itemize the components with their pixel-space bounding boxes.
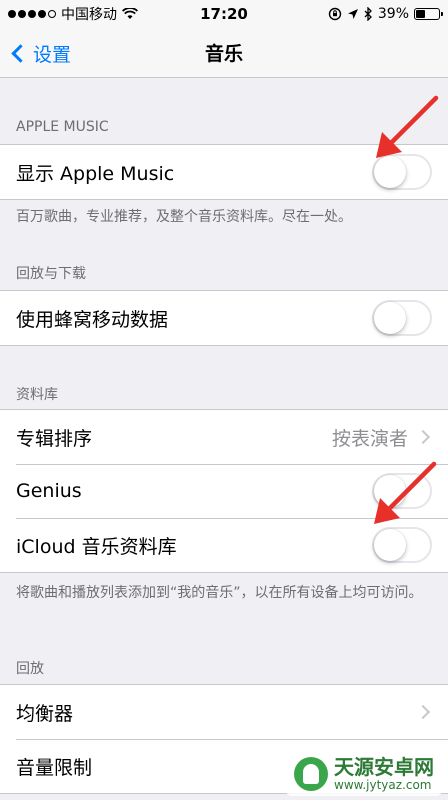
section-header-playback-download: 回放与下载	[16, 266, 86, 282]
nav-bar: 设置 音乐	[0, 28, 448, 78]
toggle-knob	[374, 475, 406, 507]
toggle-knob	[374, 529, 406, 561]
icloud-music-library-toggle[interactable]	[372, 527, 432, 563]
section-footer-apple-music: 百万歌曲，专业推荐，及整个音乐资料库。尽在一处。	[16, 209, 352, 225]
row-equalizer[interactable]: 均衡器	[0, 685, 448, 739]
row-label: Genius	[16, 480, 82, 502]
chevron-left-icon	[11, 43, 30, 63]
row-sort-albums[interactable]: 专辑排序 按表演者	[0, 410, 448, 464]
section-header-apple-music: APPLE MUSIC	[16, 119, 109, 135]
row-label: 显示 Apple Music	[16, 162, 175, 185]
watermark: 天源安卓网 www.jytyaz.com	[286, 752, 442, 796]
page-title: 音乐	[204, 43, 243, 65]
row-genius: Genius	[0, 464, 448, 518]
back-button-label: 设置	[33, 43, 72, 66]
chevron-right-icon	[415, 429, 431, 445]
row-label: iCloud 音乐资料库	[16, 535, 177, 558]
android-logo-icon	[294, 757, 328, 791]
back-button[interactable]: 设置	[8, 28, 71, 78]
status-right: 39%	[328, 6, 443, 22]
watermark-url: www.jytyaz.com	[334, 778, 432, 792]
group-playback-download: 使用蜂窝移动数据	[0, 290, 448, 346]
show-apple-music-toggle[interactable]	[372, 154, 432, 190]
status-time: 17:20	[200, 5, 248, 23]
sort-albums-value: 按表演者	[331, 427, 408, 450]
row-label: 均衡器	[16, 702, 74, 725]
carrier-label: 中国移动	[61, 7, 117, 23]
toggle-knob	[374, 302, 406, 334]
toggle-knob	[374, 156, 406, 188]
row-show-apple-music: 显示 Apple Music	[0, 145, 448, 199]
battery-percent: 39%	[377, 6, 409, 22]
cellular-data-toggle[interactable]	[372, 300, 432, 336]
battery-icon	[414, 8, 443, 20]
rotation-lock-icon	[328, 7, 342, 21]
status-bar: 中国移动 17:20 39%	[0, 0, 448, 28]
watermark-title: 天源安卓网	[334, 755, 434, 779]
row-label: 使用蜂窝移动数据	[16, 308, 169, 331]
row-icloud-music-library: iCloud 音乐资料库	[0, 518, 448, 572]
row-label: 专辑排序	[16, 427, 93, 450]
section-header-library: 资料库	[16, 387, 58, 403]
section-header-playback: 回放	[16, 661, 44, 677]
bluetooth-icon	[364, 7, 372, 21]
location-icon	[347, 9, 358, 19]
group-apple-music: 显示 Apple Music	[0, 144, 448, 200]
wifi-icon	[122, 8, 138, 19]
row-cellular-data: 使用蜂窝移动数据	[0, 291, 448, 345]
status-left: 中国移动	[8, 4, 138, 24]
signal-dots-icon	[8, 10, 56, 18]
section-footer-library: 将歌曲和播放列表添加到“我的音乐”，以在所有设备上均可访问。	[16, 585, 423, 601]
group-library: 专辑排序 按表演者 Genius iCloud 音乐资料库	[0, 409, 448, 573]
battery-fill	[416, 10, 425, 18]
watermark-text: 天源安卓网 www.jytyaz.com	[334, 756, 434, 792]
chevron-right-icon	[415, 704, 431, 720]
genius-toggle[interactable]	[372, 473, 432, 509]
